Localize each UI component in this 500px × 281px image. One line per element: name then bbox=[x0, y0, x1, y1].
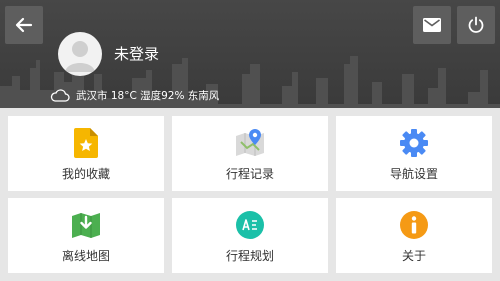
avatar[interactable] bbox=[58, 32, 102, 76]
mail-button[interactable] bbox=[413, 6, 451, 44]
username[interactable]: 未登录 bbox=[114, 44, 159, 64]
power-button[interactable] bbox=[457, 6, 495, 44]
menu-label: 关于 bbox=[401, 249, 426, 263]
cloud-icon bbox=[50, 89, 70, 102]
info-icon bbox=[399, 210, 429, 240]
download-map-icon bbox=[71, 210, 101, 240]
power-icon bbox=[468, 16, 484, 33]
menu-about[interactable]: 关于 bbox=[336, 198, 492, 273]
menu-label: 导航设置 bbox=[389, 167, 438, 181]
menu-label: 行程规划 bbox=[225, 249, 274, 263]
header: 未登录 武汉市 18°C 湿度92% 东南风 bbox=[0, 0, 500, 108]
gear-icon bbox=[399, 128, 429, 158]
menu-label: 离线地图 bbox=[61, 249, 110, 263]
weather-info: 武汉市 18°C 湿度92% 东南风 bbox=[50, 86, 219, 104]
menu-label: 行程记录 bbox=[225, 167, 274, 181]
menu-label: 我的收藏 bbox=[61, 167, 110, 181]
route-plan-icon bbox=[235, 210, 265, 240]
back-button[interactable] bbox=[5, 6, 43, 44]
menu-nav-settings[interactable]: 导航设置 bbox=[336, 116, 492, 191]
menu-trip-planning[interactable]: 行程规划 bbox=[172, 198, 328, 273]
menu-offline-maps[interactable]: 离线地图 bbox=[8, 198, 164, 273]
mail-icon bbox=[423, 18, 441, 32]
menu-grid: 我的收藏 行程记录 导航设置 离线地图 行程规划 关于 bbox=[0, 108, 500, 281]
menu-favorites[interactable]: 我的收藏 bbox=[8, 116, 164, 191]
avatar-icon bbox=[65, 41, 95, 72]
menu-trip-records[interactable]: 行程记录 bbox=[172, 116, 328, 191]
map-pin-icon bbox=[235, 128, 265, 158]
back-arrow-icon bbox=[15, 17, 33, 33]
favorites-icon bbox=[71, 128, 101, 158]
weather-text: 武汉市 18°C 湿度92% 东南风 bbox=[76, 89, 220, 102]
